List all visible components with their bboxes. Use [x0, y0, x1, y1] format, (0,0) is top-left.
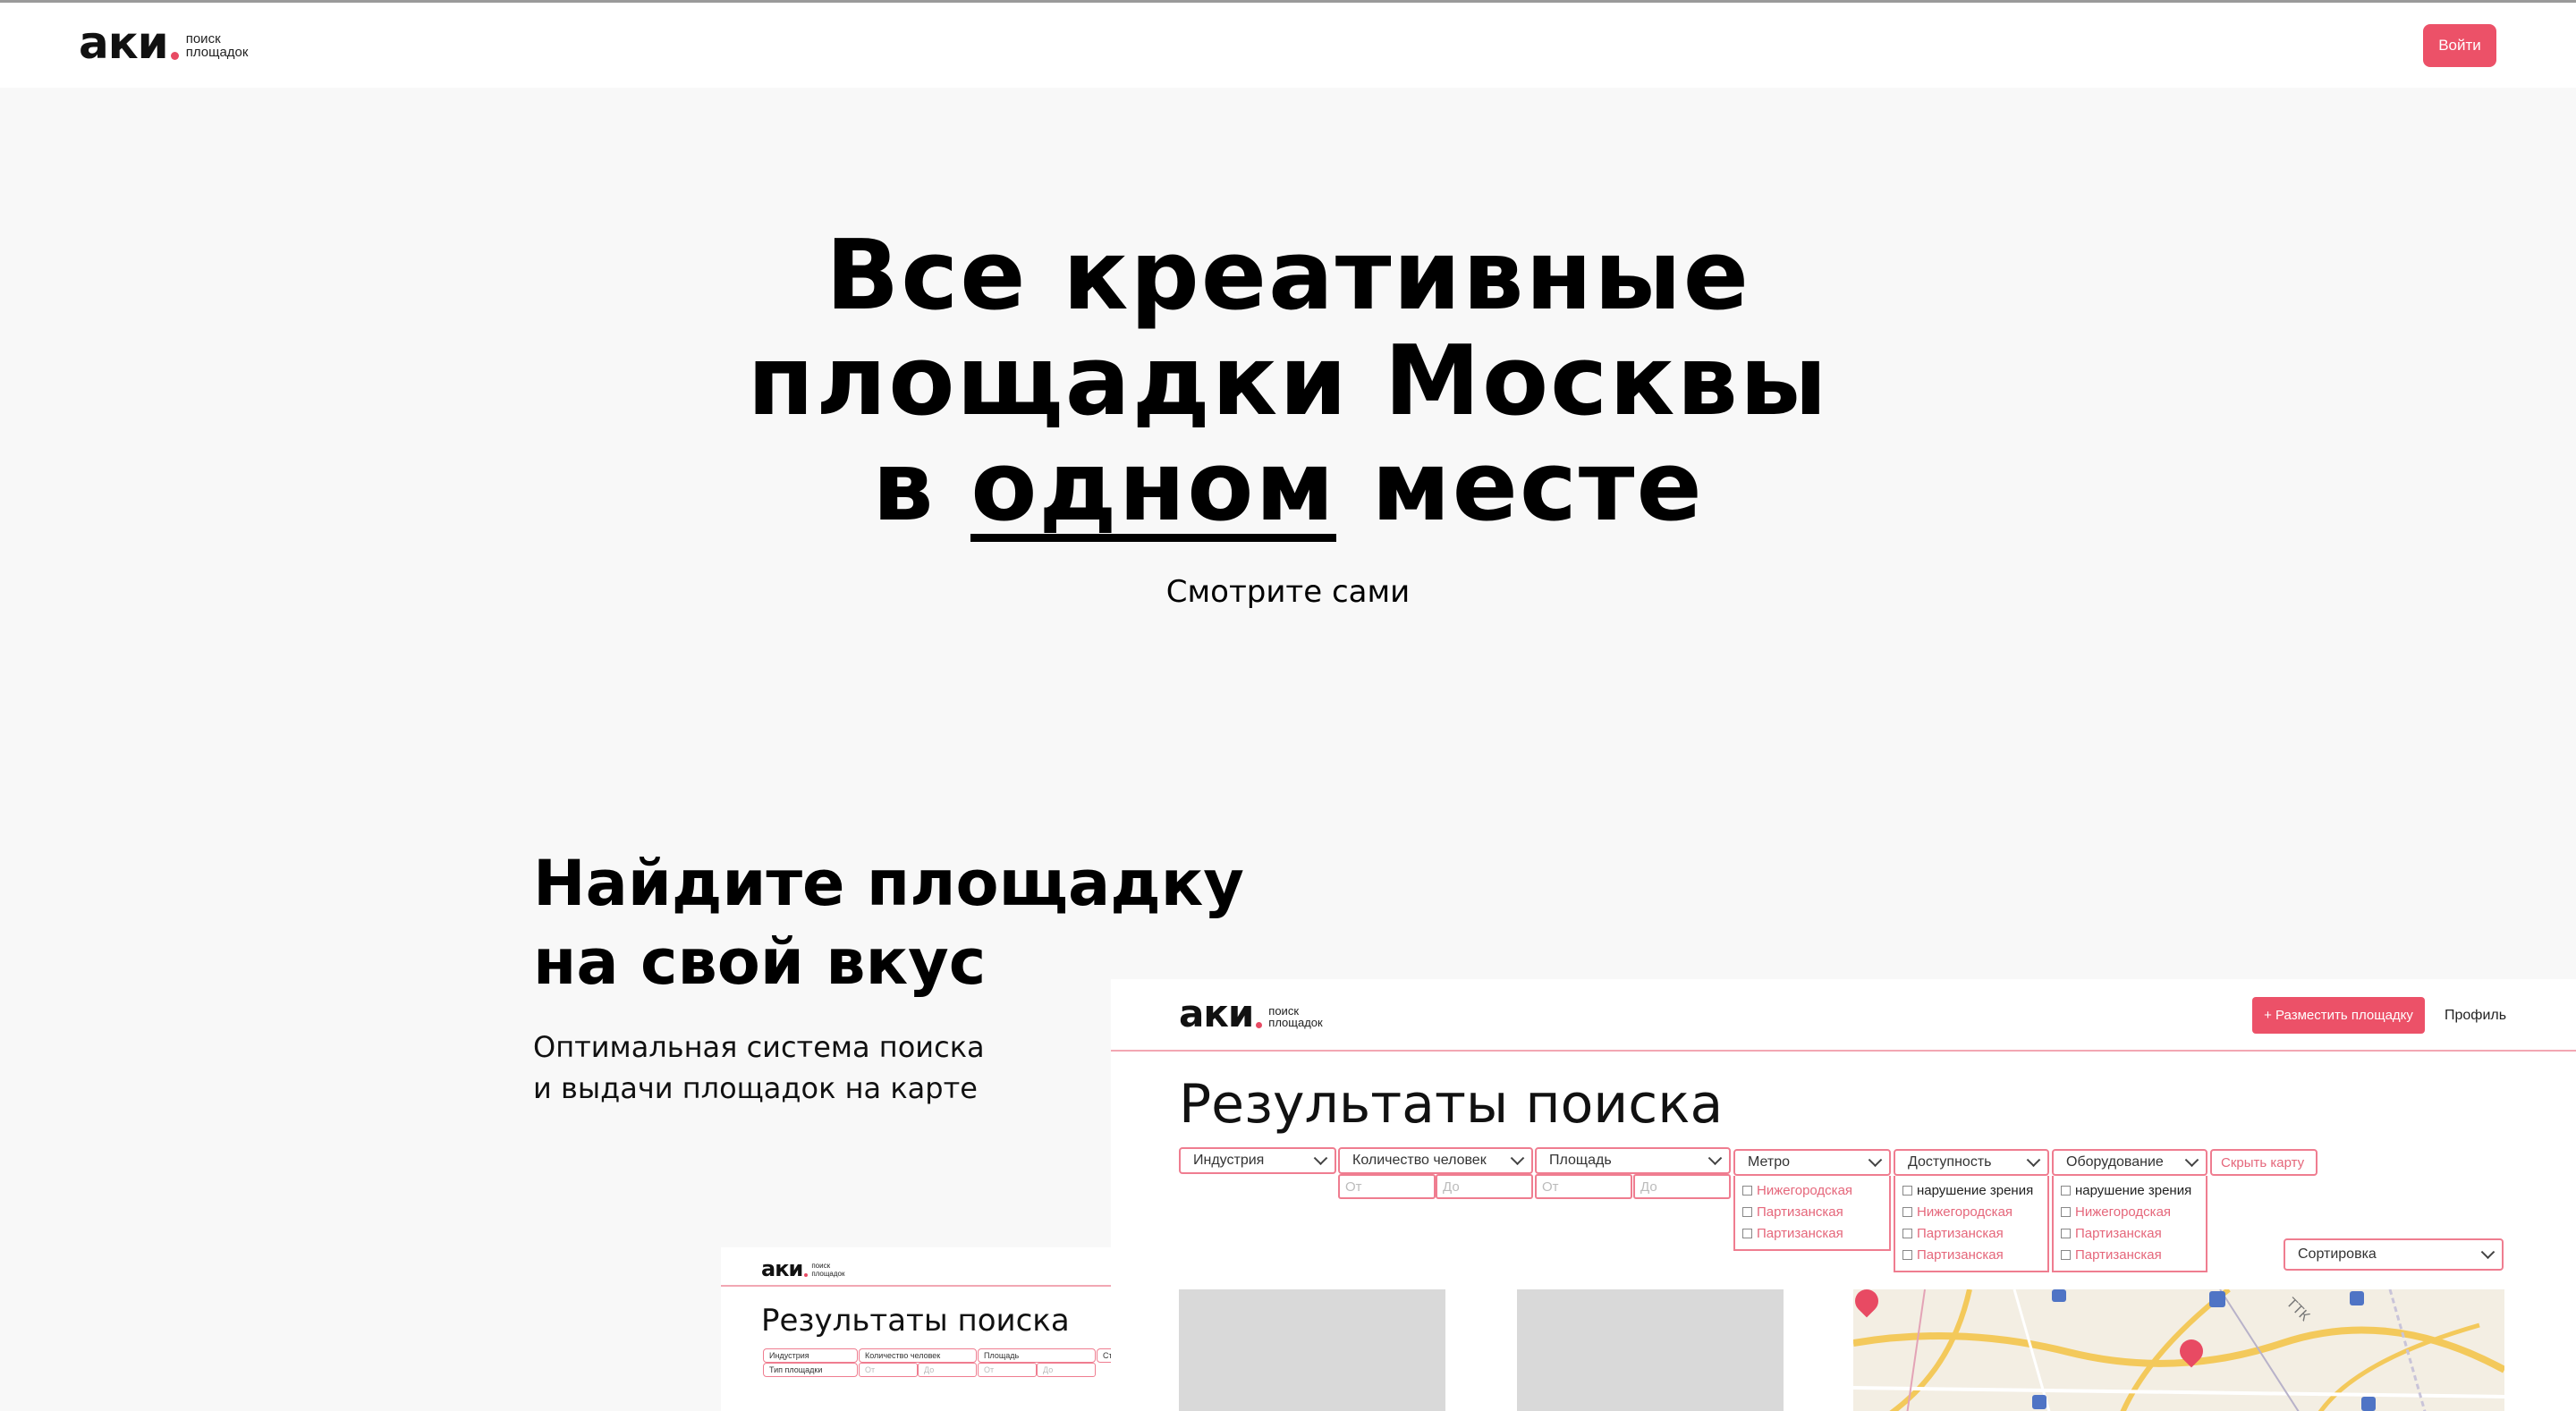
chevron-down-icon: [2480, 1245, 2496, 1260]
chevron-down-icon: [1313, 1151, 1328, 1166]
checkbox-icon: [2061, 1228, 2071, 1238]
checkbox-icon: [1742, 1206, 1752, 1217]
mock-range-from-2: От: [978, 1363, 1037, 1377]
mock-filter-industry: Индустрия: [763, 1348, 858, 1363]
mock-filter-area: Площадь: [978, 1348, 1096, 1363]
logo-subtitle: поиск площадок: [185, 30, 249, 61]
feature-description: Оптимальная система поиска и выдачи площ…: [533, 1030, 985, 1105]
mock-filter-equipment: Оборудование: [2052, 1149, 2207, 1176]
mock-result-card: [1179, 1289, 1445, 1411]
checkbox-icon: [2061, 1185, 2071, 1196]
checkbox-icon: [2061, 1249, 2071, 1260]
chevron-down-icon: [2184, 1153, 2199, 1168]
mock-profile-link: Профиль: [2445, 1008, 2507, 1023]
mock-logo: аки поиск площадок: [1179, 992, 1323, 1035]
mock-filter-people: Количество человек: [859, 1348, 977, 1363]
mock-range-to-2: До: [1037, 1363, 1096, 1377]
mock-filter-people: Количество человек: [1338, 1147, 1533, 1174]
mock-people-from: От: [1338, 1174, 1436, 1199]
mock-people-to: До: [1436, 1174, 1533, 1199]
transit-station-icon: [2052, 1289, 2066, 1302]
mock-filter-type: Тип площадки: [763, 1363, 858, 1377]
checkbox-icon: [1902, 1206, 1912, 1217]
logo-dot: [170, 52, 179, 60]
hero-title: Все креативные площадки Москвы в одном м…: [747, 220, 1829, 543]
large-screenshot-mockup: аки поиск площадок + Разместить площадку…: [1111, 979, 2576, 1411]
chevron-down-icon: [1707, 1151, 1723, 1166]
logo[interactable]: аки поиск площадок: [79, 21, 248, 65]
chevron-down-icon: [2026, 1153, 2041, 1168]
site-header: аки поиск площадок Войти: [0, 3, 2576, 88]
mock-post-venue-button: + Разместить площадку: [2252, 997, 2425, 1034]
small-screenshot-mockup: аки поиск площадок Результаты поиска Инд…: [721, 1247, 1114, 1411]
checkbox-icon: [1742, 1185, 1752, 1196]
mock-filter-accessibility: Доступность: [1894, 1149, 2049, 1176]
checkbox-icon: [1902, 1249, 1912, 1260]
checkbox-icon: [1902, 1185, 1912, 1196]
mock-filter-metro: Метро: [1733, 1149, 1891, 1176]
mock-logo: аки поиск площадок: [761, 1256, 845, 1281]
logo-word: аки: [79, 17, 169, 69]
mock-equipment-dropdown: нарушение зрения Нижегородская Партизанс…: [2052, 1176, 2207, 1272]
mock-area-from: От: [1535, 1174, 1632, 1199]
mock-result-card: [1517, 1289, 1784, 1411]
feature-title: Найдите площадку на свой вкус: [533, 847, 1244, 999]
transit-station-icon: [2361, 1397, 2376, 1411]
transit-station-icon: [2032, 1395, 2046, 1409]
transit-station-icon: [2209, 1291, 2225, 1307]
mock-sort-select: Сортировка: [2284, 1238, 2504, 1271]
hero-underlined-word: одном: [970, 431, 1336, 543]
login-button[interactable]: Войти: [2423, 24, 2496, 67]
mock-title: Результаты поиска: [1179, 1073, 1724, 1136]
checkbox-icon: [1742, 1228, 1752, 1238]
mock-map: ТТК: [1853, 1289, 2504, 1411]
mock-filter-area: Площадь: [1535, 1147, 1731, 1174]
mock-range-from: От: [859, 1363, 918, 1377]
mock-hide-map-button: Скрыть карту: [2210, 1149, 2318, 1176]
mock-metro-dropdown: Нижегородская Партизанская Партизанская: [1733, 1176, 1891, 1251]
mock-range-to: До: [918, 1363, 977, 1377]
checkbox-icon: [2061, 1206, 2071, 1217]
chevron-down-icon: [1868, 1153, 1883, 1168]
mock-accessibility-dropdown: нарушение зрения Нижегородская Партизанс…: [1894, 1176, 2049, 1272]
hero-subtitle[interactable]: Смотрите сами: [0, 574, 2576, 610]
checkbox-icon: [1902, 1228, 1912, 1238]
mock-filter-industry: Индустрия: [1179, 1147, 1336, 1174]
chevron-down-icon: [1510, 1151, 1525, 1166]
transit-station-icon: [2350, 1291, 2364, 1305]
mock-title: Результаты поиска: [761, 1303, 1070, 1339]
mock-area-to: До: [1633, 1174, 1731, 1199]
hero-section: Все креативные площадки Москвы в одном м…: [0, 220, 2576, 611]
